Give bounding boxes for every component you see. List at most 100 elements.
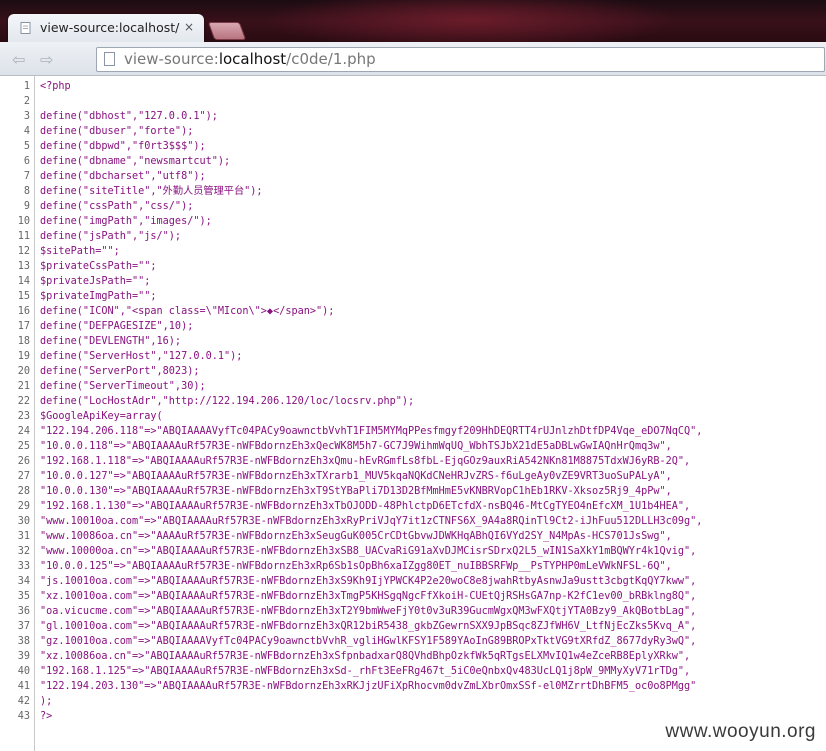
line-number: 19 — [17, 351, 30, 362]
line-code: "js.10010oa.com"=>"ABQIAAAAuRf57R3E-nWFB… — [40, 576, 697, 587]
line-number: 36 — [17, 606, 30, 617]
line-number: 14 — [17, 276, 30, 287]
line-number: 21 — [17, 381, 30, 392]
line-code: "www.10000oa.cn"=>"ABQIAAAAuRf57R3E-nWFB… — [40, 546, 697, 557]
line-code: define("dbpwd","f0rt3$$$"); — [40, 141, 206, 152]
line-number: 35 — [17, 591, 30, 602]
line-code: define("ServerTimeout",30); — [40, 381, 206, 392]
line-code: $privateCssPath=""; — [40, 261, 157, 272]
address-url: view-source:localhost/c0de/1.php — [124, 50, 376, 68]
line-number: 3 — [23, 111, 30, 122]
line-number: 29 — [17, 501, 30, 512]
line-number: 42 — [17, 696, 30, 707]
new-tab-button[interactable] — [207, 22, 247, 40]
line-code: "gl.10010oa.com"=>"ABQIAAAAuRf57R3E-nWFB… — [40, 621, 697, 632]
line-number: 8 — [23, 186, 30, 197]
line-number: 12 — [17, 246, 30, 257]
line-code: ); — [40, 696, 53, 707]
line-number: 39 — [17, 651, 30, 662]
line-code: define("jsPath","js/"); — [40, 231, 182, 242]
line-code: define("dbhost","127.0.0.1"); — [40, 111, 218, 122]
line-number: 2 — [23, 96, 30, 107]
line-code: define("cssPath","css/"); — [40, 201, 194, 212]
line-number: 18 — [17, 336, 30, 347]
line-number: 13 — [17, 261, 30, 272]
line-number: 33 — [17, 561, 30, 572]
page-favicon-icon — [20, 22, 31, 34]
line-number: 24 — [17, 426, 30, 437]
line-number: 25 — [17, 441, 30, 452]
address-bar[interactable]: view-source:localhost/c0de/1.php — [96, 47, 825, 72]
url-path: /c0de/1.php — [286, 50, 376, 68]
line-code: $privateImgPath=""; — [40, 291, 157, 302]
line-number: 9 — [23, 201, 30, 212]
line-number: 34 — [17, 576, 30, 587]
line-number: 1 — [23, 81, 30, 92]
line-code: "10.0.0.127"=>"ABQIAAAAuRf57R3E-nWFBdorn… — [40, 471, 672, 482]
line-number: 27 — [17, 471, 30, 482]
line-code: define("imgPath","images/"); — [40, 216, 212, 227]
line-code: define("DEVLENGTH",16); — [40, 336, 182, 347]
line-number: 32 — [17, 546, 30, 557]
line-number: 43 — [17, 711, 30, 722]
line-number: 16 — [17, 306, 30, 317]
line-code: define("ICON","<span class=\"MIcon\">◆</… — [40, 306, 335, 317]
url-scheme: view-source: — [124, 50, 219, 68]
line-number: 30 — [17, 516, 30, 527]
line-code: "10.0.0.125"=>"ABQIAAAAuRf57R3E-nWFBdorn… — [40, 561, 672, 572]
line-code: "www.10086oa.cn"=>"AAAAuRf57R3E-nWFBdorn… — [40, 531, 672, 542]
line-code: "192.168.1.130"=>"ABQIAAAAuRf57R3E-nWFBd… — [40, 501, 691, 512]
line-code: $privateJsPath=""; — [40, 276, 151, 287]
watermark: www.wooyun.org — [665, 721, 816, 742]
forward-arrow-icon[interactable]: ⇨ — [40, 50, 53, 69]
line-code: define("ServerHost","127.0.0.1"); — [40, 351, 243, 362]
source-view: 1 <?php 2 3 define("dbhost","127.0.0.1"); 4 de… — [0, 76, 826, 751]
line-code: "122.194.206.118"=>"ABQIAAAAVyfTc04PACy9… — [40, 426, 703, 437]
line-number: 5 — [23, 141, 30, 152]
line-code: define("dbuser","forte"); — [40, 126, 194, 137]
page-icon — [104, 52, 115, 66]
tab-close-icon[interactable]: × — [184, 20, 194, 34]
line-code: "122.194.203.130"=>"ABQIAAAAuRf57R3E-nWF… — [40, 681, 697, 692]
line-code: define("siteTitle","外勤人员管理平台"); — [40, 186, 263, 197]
line-code: "192.168.1.118"=>"ABQIAAAAuRf57R3E-nWFBd… — [40, 456, 691, 467]
url-host: localhost — [218, 50, 287, 68]
line-number: 37 — [17, 621, 30, 632]
line-number: 31 — [17, 531, 30, 542]
titlebar-glow — [260, 0, 680, 42]
line-number: 38 — [17, 636, 30, 647]
line-code: "10.0.0.130"=>"ABQIAAAAuRf57R3E-nWFBdorn… — [40, 486, 672, 497]
line-number: 11 — [17, 231, 30, 242]
browser-tab[interactable]: view-source:localhost/c0de/1.php × — [8, 14, 204, 42]
line-number: 41 — [17, 681, 30, 692]
line-code: "oa.vicucme.com"=>"ABQIAAAAuRf57R3E-nWFB… — [40, 606, 697, 617]
line-number: 28 — [17, 486, 30, 497]
line-number: 20 — [17, 366, 30, 377]
line-code: "xz.10010oa.com"=>"ABQIAAAAuRf57R3E-nWFB… — [40, 591, 697, 602]
line-number: 6 — [23, 156, 30, 167]
line-number: 22 — [17, 396, 30, 407]
line-number: 23 — [17, 411, 30, 422]
line-code: define("dbname","newsmartcut"); — [40, 156, 231, 167]
line-code: $GoogleApiKey=array( — [40, 411, 163, 422]
line-code: define("DEFPAGESIZE",10); — [40, 321, 194, 332]
line-code: "xz.10086oa.cn"=>"ABQIAAAAuRf57R3E-nWFBd… — [40, 651, 691, 662]
line-code: "www.10010oa.com"=>"ABQIAAAAuRf57R3E-nWF… — [40, 516, 703, 527]
line-code: <?php — [40, 81, 71, 92]
line-code: "10.0.0.118"=>"ABQIAAAAuRf57R3E-nWFBdorn… — [40, 441, 672, 452]
window-titlebar: view-source:localhost/c0de/1.php × — [0, 0, 826, 42]
line-code: define("dbcharset","utf8"); — [40, 171, 206, 182]
line-code: ?> — [40, 711, 53, 722]
line-number: 15 — [17, 291, 30, 302]
line-code: "gz.10010oa.com"=>"ABQIAAAAVyfTc04PACy9o… — [40, 636, 697, 647]
line-number: 40 — [17, 666, 30, 677]
line-code: define("LocHostAdr","http://122.194.206.… — [40, 396, 415, 407]
line-number: 10 — [17, 216, 30, 227]
tab-title: view-source:localhost/c0de/1.php — [40, 20, 180, 35]
line-number: 26 — [17, 456, 30, 467]
line-number: 4 — [23, 126, 30, 137]
browser-toolbar: ⇦ ⇨ view-source:localhost/c0de/1.php — [0, 42, 826, 76]
back-arrow-icon[interactable]: ⇦ — [12, 50, 25, 69]
line-number: 7 — [23, 171, 30, 182]
line-code: "192.168.1.125"=>"ABQIAAAAuRf57R3E-nWFBd… — [40, 666, 691, 677]
